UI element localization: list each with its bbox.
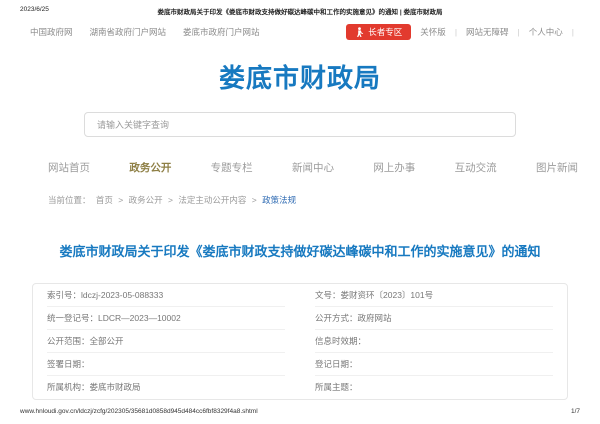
- site-title: 娄底市财政局: [0, 58, 600, 95]
- link-accessibility[interactable]: 网站无障碍: [466, 26, 509, 38]
- search-bar: [84, 112, 516, 137]
- table-row: 统一登记号：LDCR—2023—10002 公开方式：政府网站: [47, 307, 553, 330]
- link-loudi-gov[interactable]: 娄底市政府门户网站: [183, 26, 260, 38]
- field-registration-date: 登记日期：: [315, 353, 553, 376]
- breadcrumb-current-policy[interactable]: 政策法规: [262, 195, 296, 205]
- breadcrumb-home[interactable]: 首页: [96, 195, 113, 205]
- table-row: 签署日期： 登记日期：: [47, 353, 553, 376]
- article-title: 娄底市财政局关于印发《娄底市财政支持做好碳达峰碳中和工作的实施意见》的通知: [30, 241, 570, 260]
- breadcrumb-gov-affairs[interactable]: 政务公开: [129, 195, 163, 205]
- field-label: 公开方式：: [315, 313, 358, 323]
- breadcrumb-prefix: 当前位置：: [48, 195, 91, 205]
- menu-item-photo-news[interactable]: 图片新闻: [536, 160, 578, 175]
- field-validity-period: 信息时效期：: [315, 330, 553, 353]
- user-links: 长者专区 关怀版 | 网站无障碍 | 个人中心 |: [346, 24, 574, 40]
- menu-item-gov-affairs[interactable]: 政务公开: [129, 160, 171, 175]
- field-registration-number: 统一登记号：LDCR—2023—10002: [47, 307, 285, 330]
- field-value: 全部公开: [90, 336, 124, 346]
- print-page-number: 1/7: [571, 408, 580, 415]
- field-label: 信息时效期：: [315, 336, 366, 346]
- gov-links: 中国政府网 湖南省政府门户网站 娄底市政府门户网站: [30, 26, 260, 38]
- menu-item-special-topics[interactable]: 专题专栏: [211, 160, 253, 175]
- menu-item-interaction[interactable]: 互动交流: [455, 160, 497, 175]
- field-disclosure-scope: 公开范围：全部公开: [47, 330, 285, 353]
- link-personal-center[interactable]: 个人中心: [529, 26, 563, 38]
- field-value: 政府网站: [358, 313, 392, 323]
- field-label: 所属主题：: [315, 382, 358, 392]
- field-label: 所属机构：: [47, 382, 90, 392]
- breadcrumb-separator: >: [168, 195, 173, 205]
- field-disclosure-method: 公开方式：政府网站: [315, 307, 553, 330]
- link-hunan-gov[interactable]: 湖南省政府门户网站: [90, 26, 167, 38]
- menu-item-online-services[interactable]: 网上办事: [373, 160, 415, 175]
- divider: |: [518, 27, 520, 37]
- print-header: 2023/6/25 娄底市财政局关于印发《娄底市财政支持做好碳达峰碳中和工作的实…: [20, 6, 580, 18]
- print-url: www.hnloudi.gov.cn/ldczj/zcfg/202305/356…: [20, 408, 258, 415]
- main-menu: 网站首页 政务公开 专题专栏 新闻中心 网上办事 互动交流 图片新闻: [48, 160, 578, 175]
- field-label: 登记日期：: [315, 359, 358, 369]
- field-doc-number: 文号：娄财资环〔2023〕101号: [315, 284, 553, 307]
- field-label: 索引号：: [47, 290, 81, 300]
- field-label: 文号：: [315, 290, 341, 300]
- field-value: 娄财资环〔2023〕101号: [341, 290, 434, 300]
- field-signing-date: 签署日期：: [47, 353, 285, 376]
- breadcrumb: 当前位置： 首页 > 政务公开 > 法定主动公开内容 > 政策法规: [48, 194, 299, 206]
- table-row: 公开范围：全部公开 信息时效期：: [47, 330, 553, 353]
- field-value: LDCR—2023—10002: [98, 313, 181, 323]
- breadcrumb-separator: >: [118, 195, 123, 205]
- table-row: 索引号：ldczj-2023-05-088333 文号：娄财资环〔2023〕10…: [47, 284, 553, 307]
- field-label: 公开范围：: [47, 336, 90, 346]
- print-page-title: 娄底市财政局关于印发《娄底市财政支持做好碳达峰碳中和工作的实施意见》的通知 | …: [158, 6, 443, 16]
- breadcrumb-separator: >: [252, 195, 257, 205]
- field-value: ldczj-2023-05-088333: [81, 290, 163, 300]
- document-info-table: 索引号：ldczj-2023-05-088333 文号：娄财资环〔2023〕10…: [32, 283, 568, 400]
- print-date: 2023/6/25: [20, 6, 49, 13]
- table-row: 所属机构：娄底市财政局 所属主题：: [47, 376, 553, 399]
- link-china-gov[interactable]: 中国政府网: [30, 26, 73, 38]
- field-index-number: 索引号：ldczj-2023-05-088333: [47, 284, 285, 307]
- field-value: 娄底市财政局: [90, 382, 141, 392]
- divider: |: [455, 27, 457, 37]
- menu-item-home[interactable]: 网站首页: [48, 160, 90, 175]
- field-issuing-agency: 所属机构：娄底市财政局: [47, 376, 285, 399]
- elder-zone-button[interactable]: 长者专区: [346, 24, 411, 40]
- field-subject-category: 所属主题：: [315, 376, 553, 399]
- field-label: 签署日期：: [47, 359, 90, 369]
- elderly-person-icon: [355, 27, 364, 37]
- top-utility-bar: 中国政府网 湖南省政府门户网站 娄底市政府门户网站 长者专区 关怀版 | 网站无…: [30, 24, 574, 40]
- menu-item-news-center[interactable]: 新闻中心: [292, 160, 334, 175]
- field-label: 统一登记号：: [47, 313, 98, 323]
- divider: |: [572, 27, 574, 37]
- breadcrumb-disclosure[interactable]: 法定主动公开内容: [178, 195, 246, 205]
- link-care-version[interactable]: 关怀版: [420, 26, 446, 38]
- print-footer: www.hnloudi.gov.cn/ldczj/zcfg/202305/356…: [20, 408, 580, 415]
- elder-zone-label: 长者专区: [368, 26, 402, 38]
- search-input[interactable]: [84, 112, 516, 137]
